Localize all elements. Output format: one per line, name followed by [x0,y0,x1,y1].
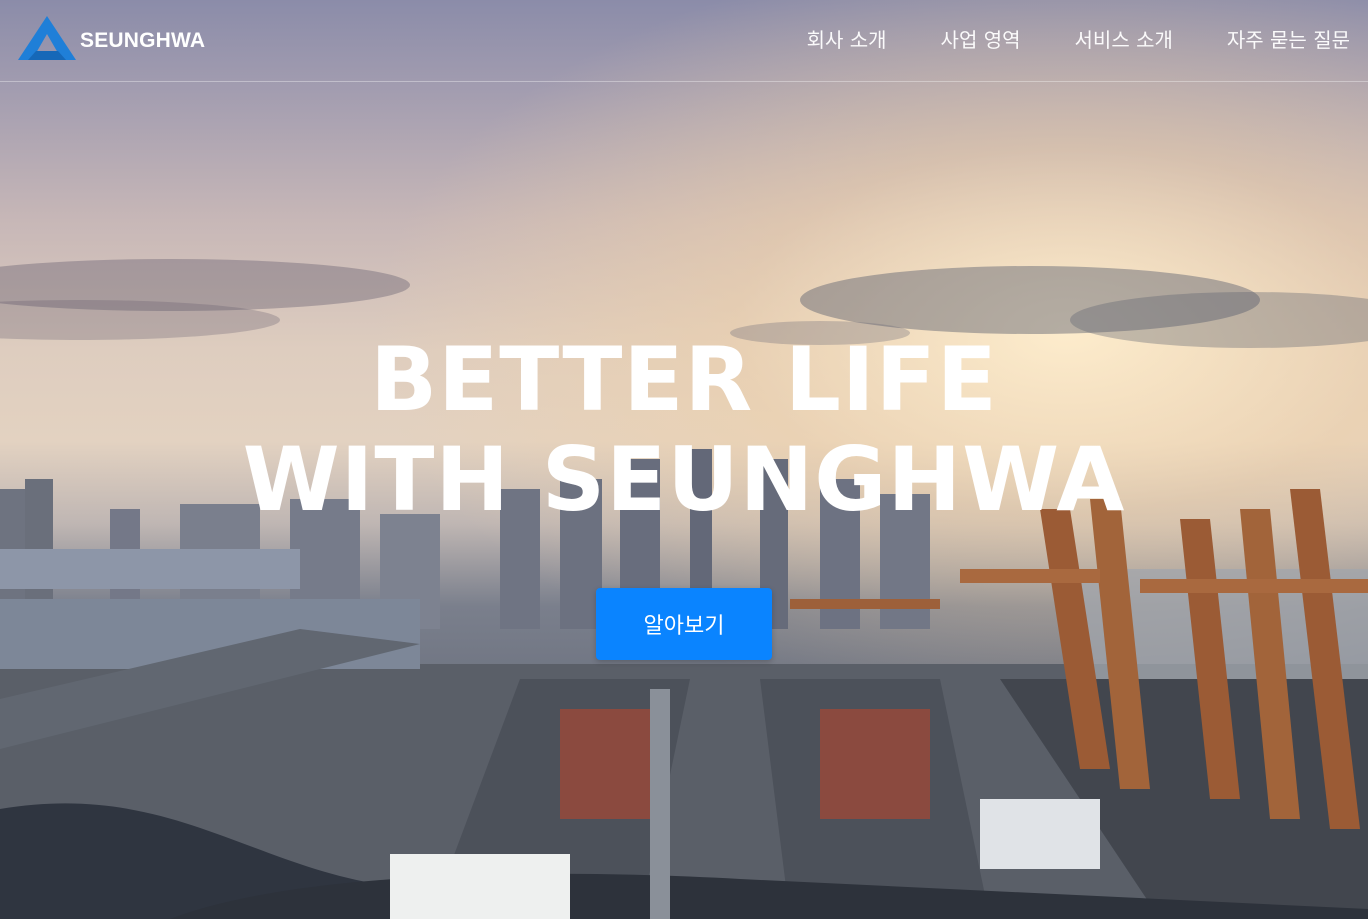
hero-content: BETTER LIFE WITH SEUNGHWA 알아보기 [0,330,1368,660]
top-navigation-bar: SEUNGHWA 회사 소개 사업 영역 서비스 소개 자주 묻는 질문 [0,0,1368,82]
nav-item-business-area[interactable]: 사업 영역 [941,26,1021,54]
triangle-a-logo-icon [18,16,76,60]
nav-item-faq[interactable]: 자주 묻는 질문 [1227,26,1350,54]
nav-item-service-intro[interactable]: 서비스 소개 [1075,26,1173,54]
hero-title: BETTER LIFE WITH SEUNGHWA [242,328,1126,531]
main-nav: 회사 소개 사업 영역 서비스 소개 자주 묻는 질문 [753,26,1350,54]
nav-item-company-intro[interactable]: 회사 소개 [807,26,887,54]
learn-more-button[interactable]: 알아보기 [596,588,772,660]
brand-name: SEUNGHWA [80,29,206,52]
brand-logo[interactable]: SEUNGHWA [18,16,205,60]
